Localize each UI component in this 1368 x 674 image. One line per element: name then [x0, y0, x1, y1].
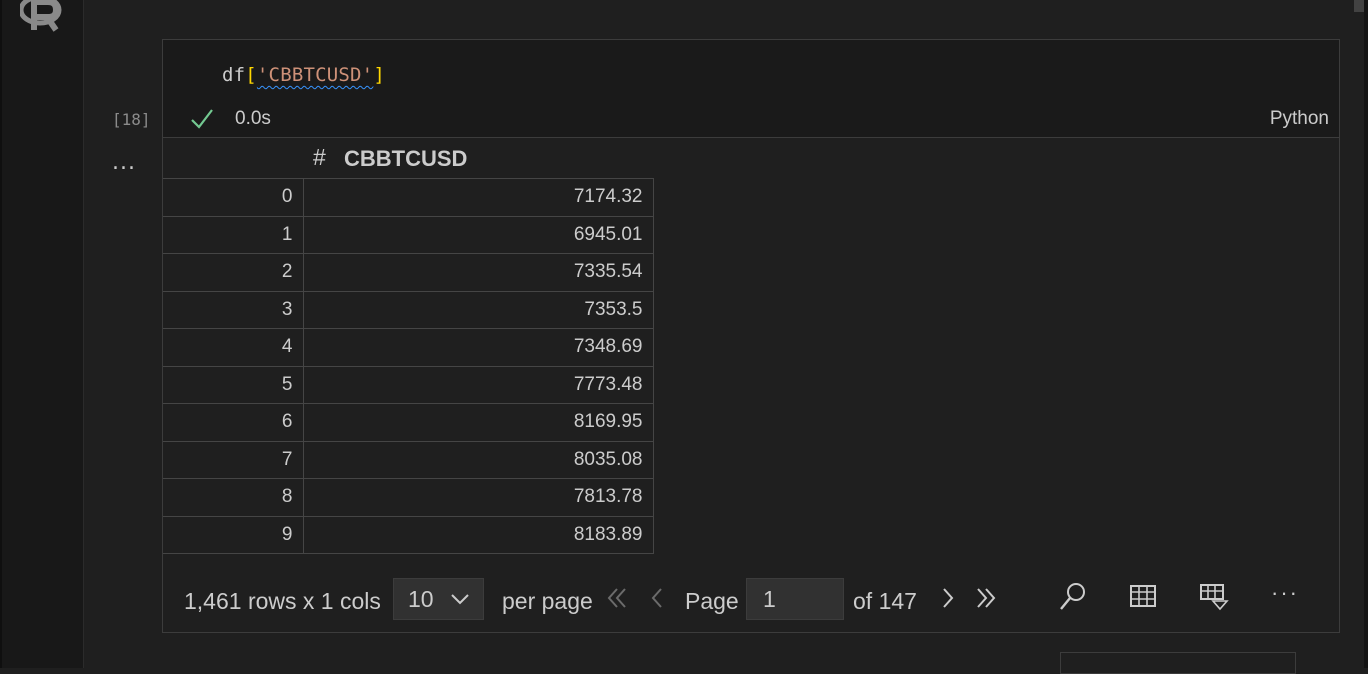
per-page-label: per page — [502, 588, 593, 614]
cell-toolbar — [1060, 652, 1296, 674]
chevron-down-icon — [451, 594, 469, 605]
grid-header: # CBBTCUSD — [163, 140, 653, 178]
numeric-type-icon: # — [313, 144, 326, 170]
execution-status-row: 0.0s Python — [163, 102, 1339, 138]
execution-count: [18] — [112, 110, 151, 129]
page-label: Page — [685, 588, 739, 614]
table-row[interactable]: 3 7353.5 — [163, 290, 654, 329]
row-index: 5 — [163, 365, 304, 404]
table-row[interactable]: 8 7813.78 — [163, 478, 654, 517]
chevron-left-icon[interactable] — [650, 586, 664, 610]
table-row[interactable]: 6 8169.95 — [163, 403, 654, 442]
cell-value[interactable]: 7773.48 — [302, 365, 654, 404]
column-header[interactable]: CBBTCUSD — [344, 146, 467, 172]
code-line[interactable]: df['CBBTCUSD'] — [222, 64, 385, 86]
table-row[interactable]: 2 7335.54 — [163, 253, 654, 292]
chevron-right-icon[interactable] — [941, 586, 955, 610]
check-icon — [191, 109, 213, 129]
page-size-value: 10 — [408, 586, 434, 612]
execution-time: 0.0s — [235, 108, 271, 129]
cell-value[interactable]: 8183.89 — [302, 515, 654, 554]
page-total: of 147 — [853, 588, 917, 614]
row-index: 9 — [163, 515, 304, 554]
cell-value[interactable]: 7348.69 — [302, 328, 654, 367]
code-bracket-open: [ — [245, 64, 257, 86]
data-table: 0 7174.32 1 6945.01 2 7335.54 3 7353.5 4 7348.69 5… — [163, 178, 654, 554]
table-row[interactable]: 0 7174.32 — [163, 178, 654, 217]
filter-icon[interactable] — [1199, 583, 1229, 611]
row-index: 4 — [163, 328, 304, 367]
table-row[interactable]: 9 8183.89 — [163, 515, 654, 554]
more-actions-icon[interactable]: ··· — [1271, 580, 1299, 606]
notebook-cell[interactable]: df['CBBTCUSD'] 0.0s Python # CBBTCUSD 07… — [162, 39, 1340, 633]
row-index: 3 — [163, 290, 304, 329]
search-icon[interactable] — [1058, 581, 1088, 613]
output-more-button[interactable]: ... — [112, 150, 136, 175]
row-index: 1 — [163, 215, 304, 254]
pager: 1,461 rows x 1 cols 10 per page Page 1 o… — [163, 578, 1339, 622]
scrollbar-thumb[interactable] — [1354, 0, 1364, 12]
table-icon[interactable] — [1129, 584, 1157, 608]
code-variable: df — [222, 64, 246, 86]
page-number-value: 1 — [763, 586, 776, 612]
row-index: 8 — [163, 478, 304, 517]
row-index: 7 — [163, 440, 304, 479]
window-edge-right — [1364, 0, 1368, 668]
table-row[interactable]: 7 8035.08 — [163, 440, 654, 479]
activity-bar — [0, 0, 84, 668]
table-row[interactable]: 5 7773.48 — [163, 365, 654, 404]
cell-value[interactable]: 7174.32 — [302, 178, 654, 217]
window-edge — [0, 0, 2, 668]
cell-value[interactable]: 7335.54 — [302, 253, 654, 292]
code-bracket-close: ] — [373, 64, 385, 86]
table-row[interactable]: 1 6945.01 — [163, 215, 654, 254]
rows-info: 1,461 rows x 1 cols — [184, 588, 381, 614]
cell-value[interactable]: 8169.95 — [302, 403, 654, 442]
row-index: 2 — [163, 253, 304, 292]
code-string: 'CBBTCUSD' — [256, 64, 374, 86]
page-size-select[interactable]: 10 — [393, 578, 484, 620]
language-label[interactable]: Python — [1270, 108, 1329, 130]
table-row[interactable]: 4 7348.69 — [163, 328, 654, 367]
row-index: 0 — [163, 178, 304, 217]
cell-value[interactable]: 8035.08 — [302, 440, 654, 479]
data-grid: # CBBTCUSD 0 7174.32 1 6945.01 2 7335.54 3 7353… — [163, 140, 654, 554]
row-index: 6 — [163, 403, 304, 442]
page-number-input[interactable]: 1 — [746, 578, 844, 620]
cell-input[interactable]: df['CBBTCUSD'] 0.0s Python — [163, 40, 1339, 138]
cell-value[interactable]: 6945.01 — [302, 215, 654, 254]
double-chevron-right-icon[interactable] — [976, 586, 996, 610]
cell-value[interactable]: 7813.78 — [302, 478, 654, 517]
cell-value[interactable]: 7353.5 — [302, 290, 654, 329]
double-chevron-left-icon[interactable] — [607, 586, 627, 610]
r-logo[interactable] — [20, 0, 64, 32]
